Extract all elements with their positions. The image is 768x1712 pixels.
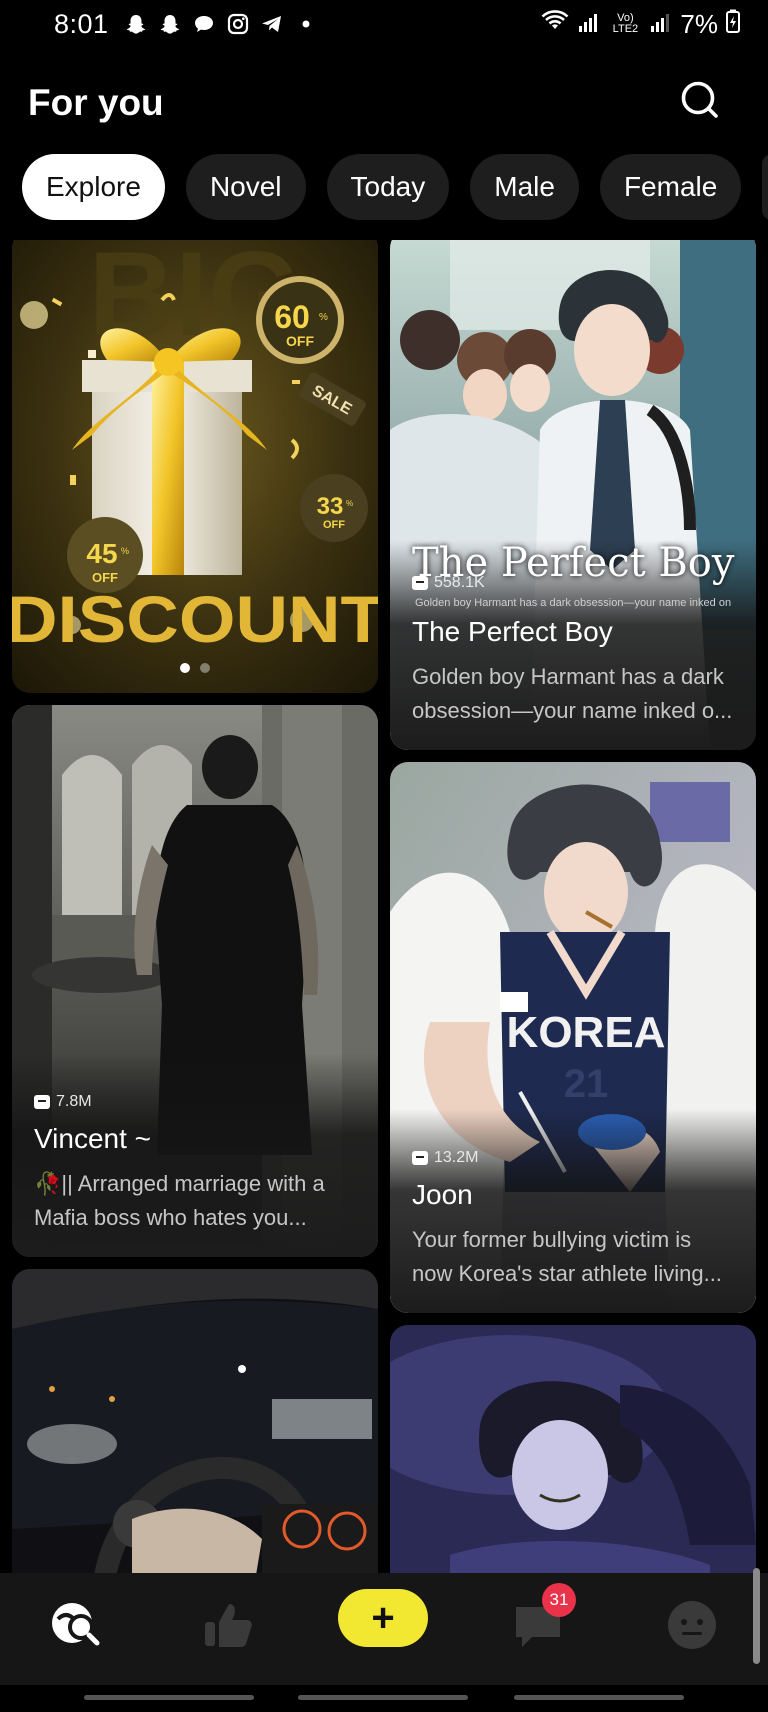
header: For you	[0, 60, 768, 140]
system-icons: Vo) LTE2 7%	[540, 9, 740, 40]
badge-45-value: 45	[86, 538, 117, 569]
view-count: 13.2M	[412, 1109, 734, 1167]
search-button[interactable]	[676, 76, 724, 124]
cover-caption-art: Golden boy Harmant has a dark obsession—…	[414, 597, 732, 609]
feed[interactable]: BIG 60 % OFF SALE 33 % OFF 45 % OFF DISC…	[0, 240, 768, 1573]
view-count-text: 558.1K	[434, 574, 485, 591]
view-count: 7.8M	[34, 1053, 356, 1111]
card-description: Golden boy Harmant has a dark obsession—…	[412, 664, 733, 723]
status-bar: 8:01 Vo) LTE2 7%	[0, 0, 768, 48]
badge-33-label: OFF	[323, 519, 345, 531]
create-icon: +	[371, 1596, 395, 1640]
card-info: The Perfect Boy 558.1K Golden boy Harman…	[390, 540, 756, 750]
card-description: Your former bullying victim is now Korea…	[412, 1227, 722, 1286]
gesture-handle[interactable]	[514, 1695, 684, 1700]
category-tabs: Explore Novel Today Male Female	[22, 154, 768, 220]
thumbs-up-icon	[205, 1604, 252, 1647]
banner-discount-text: DISCOUNT	[12, 582, 378, 656]
network-label: Vo) LTE2	[612, 12, 639, 35]
scrollbar[interactable]	[753, 1568, 760, 1664]
status-time: 8:01	[54, 8, 109, 39]
messages-badge: 31	[542, 1583, 576, 1617]
carousel-dot[interactable]	[200, 663, 210, 673]
tab-more[interactable]	[762, 154, 768, 220]
story-card-vincent[interactable]: 7.8M Vincent ~ 🥀|| Arranged marriage wit…	[12, 705, 378, 1257]
create-button[interactable]: +	[338, 1589, 428, 1647]
battery-charging-icon	[726, 9, 740, 40]
chat-count-icon	[34, 1095, 50, 1109]
explore-icon	[52, 1603, 100, 1646]
nav-messages[interactable]: 31	[508, 1583, 576, 1655]
nav-explore[interactable]	[46, 1595, 106, 1655]
dot-icon	[293, 11, 319, 37]
story-card-the-perfect-boy[interactable]: The Perfect Boy 558.1K Golden boy Harman…	[390, 240, 756, 750]
jersey-number: 21	[564, 1062, 609, 1106]
tab-male[interactable]: Male	[470, 154, 579, 220]
instagram-icon	[225, 11, 251, 37]
search-icon	[681, 81, 718, 118]
snapchat-icon	[157, 11, 183, 37]
telegram-icon	[259, 11, 285, 37]
carousel-dot[interactable]	[180, 663, 190, 673]
story-card-vampire[interactable]	[390, 1325, 756, 1573]
nav-likes[interactable]	[198, 1595, 258, 1655]
card-title: Vincent ~	[34, 1123, 152, 1154]
view-count-text: 13.2M	[434, 1149, 479, 1166]
gesture-handle[interactable]	[298, 1695, 468, 1700]
badge-60-value: 60	[274, 299, 310, 335]
wifi-icon	[540, 9, 570, 40]
carousel-indicator	[12, 663, 378, 673]
chat-count-icon	[412, 1151, 428, 1165]
badge-60-unit: %	[319, 312, 328, 323]
page-title: For you	[28, 82, 164, 123]
bottom-navigation: + 31	[0, 1573, 768, 1685]
chat-bubble-icon	[191, 11, 217, 37]
tab-female[interactable]: Female	[599, 154, 742, 220]
card-title: The Perfect Boy	[412, 616, 613, 647]
jersey-text: KOREA	[507, 1008, 666, 1057]
battery-percent: 7%	[680, 8, 718, 39]
system-gesture-bar	[0, 1685, 768, 1712]
profile-icon	[668, 1601, 716, 1649]
snapchat-icon	[123, 11, 149, 37]
story-card-joon[interactable]: KOREA 21 13.2M Joon Your former bullying…	[390, 762, 756, 1313]
discount-banner[interactable]: BIG 60 % OFF SALE 33 % OFF 45 % OFF DISC…	[12, 240, 378, 693]
signal-icon-2	[650, 9, 672, 40]
tab-today[interactable]: Today	[326, 154, 450, 220]
gesture-handle[interactable]	[84, 1695, 254, 1700]
signal-icon	[578, 9, 600, 40]
card-info: 13.2M Joon Your former bullying victim i…	[390, 1109, 756, 1313]
view-count-text: 7.8M	[56, 1093, 92, 1110]
chat-count-icon	[412, 576, 428, 590]
story-card-driving[interactable]	[12, 1269, 378, 1573]
driving-cover-image	[12, 1269, 378, 1573]
badge-60-label: OFF	[286, 333, 314, 349]
card-title: Joon	[412, 1179, 473, 1210]
badge-33-value: 33	[317, 493, 344, 520]
badge-33-unit: %	[346, 499, 353, 508]
card-description: 🥀|| Arranged marriage with a Mafia boss …	[34, 1171, 325, 1230]
tab-explore[interactable]: Explore	[22, 154, 165, 220]
tab-novel[interactable]: Novel	[185, 154, 306, 220]
card-info: 7.8M Vincent ~ 🥀|| Arranged marriage wit…	[12, 1053, 378, 1257]
badge-45-unit: %	[121, 546, 129, 556]
notification-icons	[123, 11, 319, 37]
nav-profile[interactable]	[662, 1595, 722, 1655]
feed-column-left: BIG 60 % OFF SALE 33 % OFF 45 % OFF DISC…	[12, 240, 378, 1573]
feed-column-right: The Perfect Boy 558.1K Golden boy Harman…	[390, 240, 756, 1573]
gift-discount-image: BIG 60 % OFF SALE 33 % OFF 45 % OFF DISC…	[12, 240, 378, 693]
vampire-cover-image	[390, 1325, 756, 1573]
